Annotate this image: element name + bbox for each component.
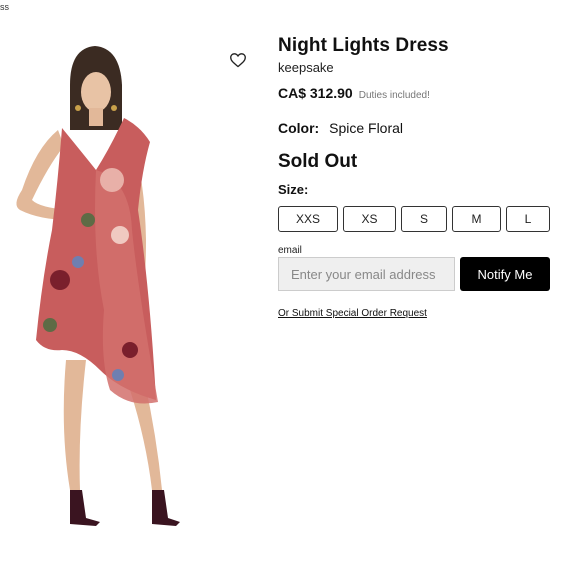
product-image[interactable] [0,30,215,540]
color-row: Color: Spice Floral [278,120,568,136]
size-button-xs[interactable]: XS [343,206,396,232]
wishlist-heart-icon[interactable] [229,52,247,68]
color-value: Spice Floral [329,120,404,136]
size-button-m[interactable]: M [452,206,501,232]
brand-name[interactable]: keepsake [278,60,568,76]
color-label: Color: [278,120,320,136]
price: CA$ 312.90 [278,85,353,101]
size-button-s[interactable]: S [401,206,447,232]
product-title: Night Lights Dress [278,35,449,56]
size-button-l[interactable]: L [506,206,550,232]
breadcrumb: ss [0,2,9,12]
email-input[interactable] [278,257,455,291]
size-button-xxs[interactable]: XXS [278,206,338,232]
duties-note: Duties included! [358,90,430,101]
special-order-link[interactable]: Or Submit Special Order Request [278,308,427,319]
product-info: Night Lights Dress keepsake CA$ 312.90 D… [278,34,568,321]
price-row: CA$ 312.90 Duties included! [278,85,568,101]
size-label: Size: [278,182,309,197]
email-label: email [278,245,302,256]
notify-form: Notify Me [278,257,568,291]
size-selector: XXS XS S M L [278,206,568,232]
notify-me-button[interactable]: Notify Me [460,257,550,291]
availability-status: Sold Out [278,151,358,172]
